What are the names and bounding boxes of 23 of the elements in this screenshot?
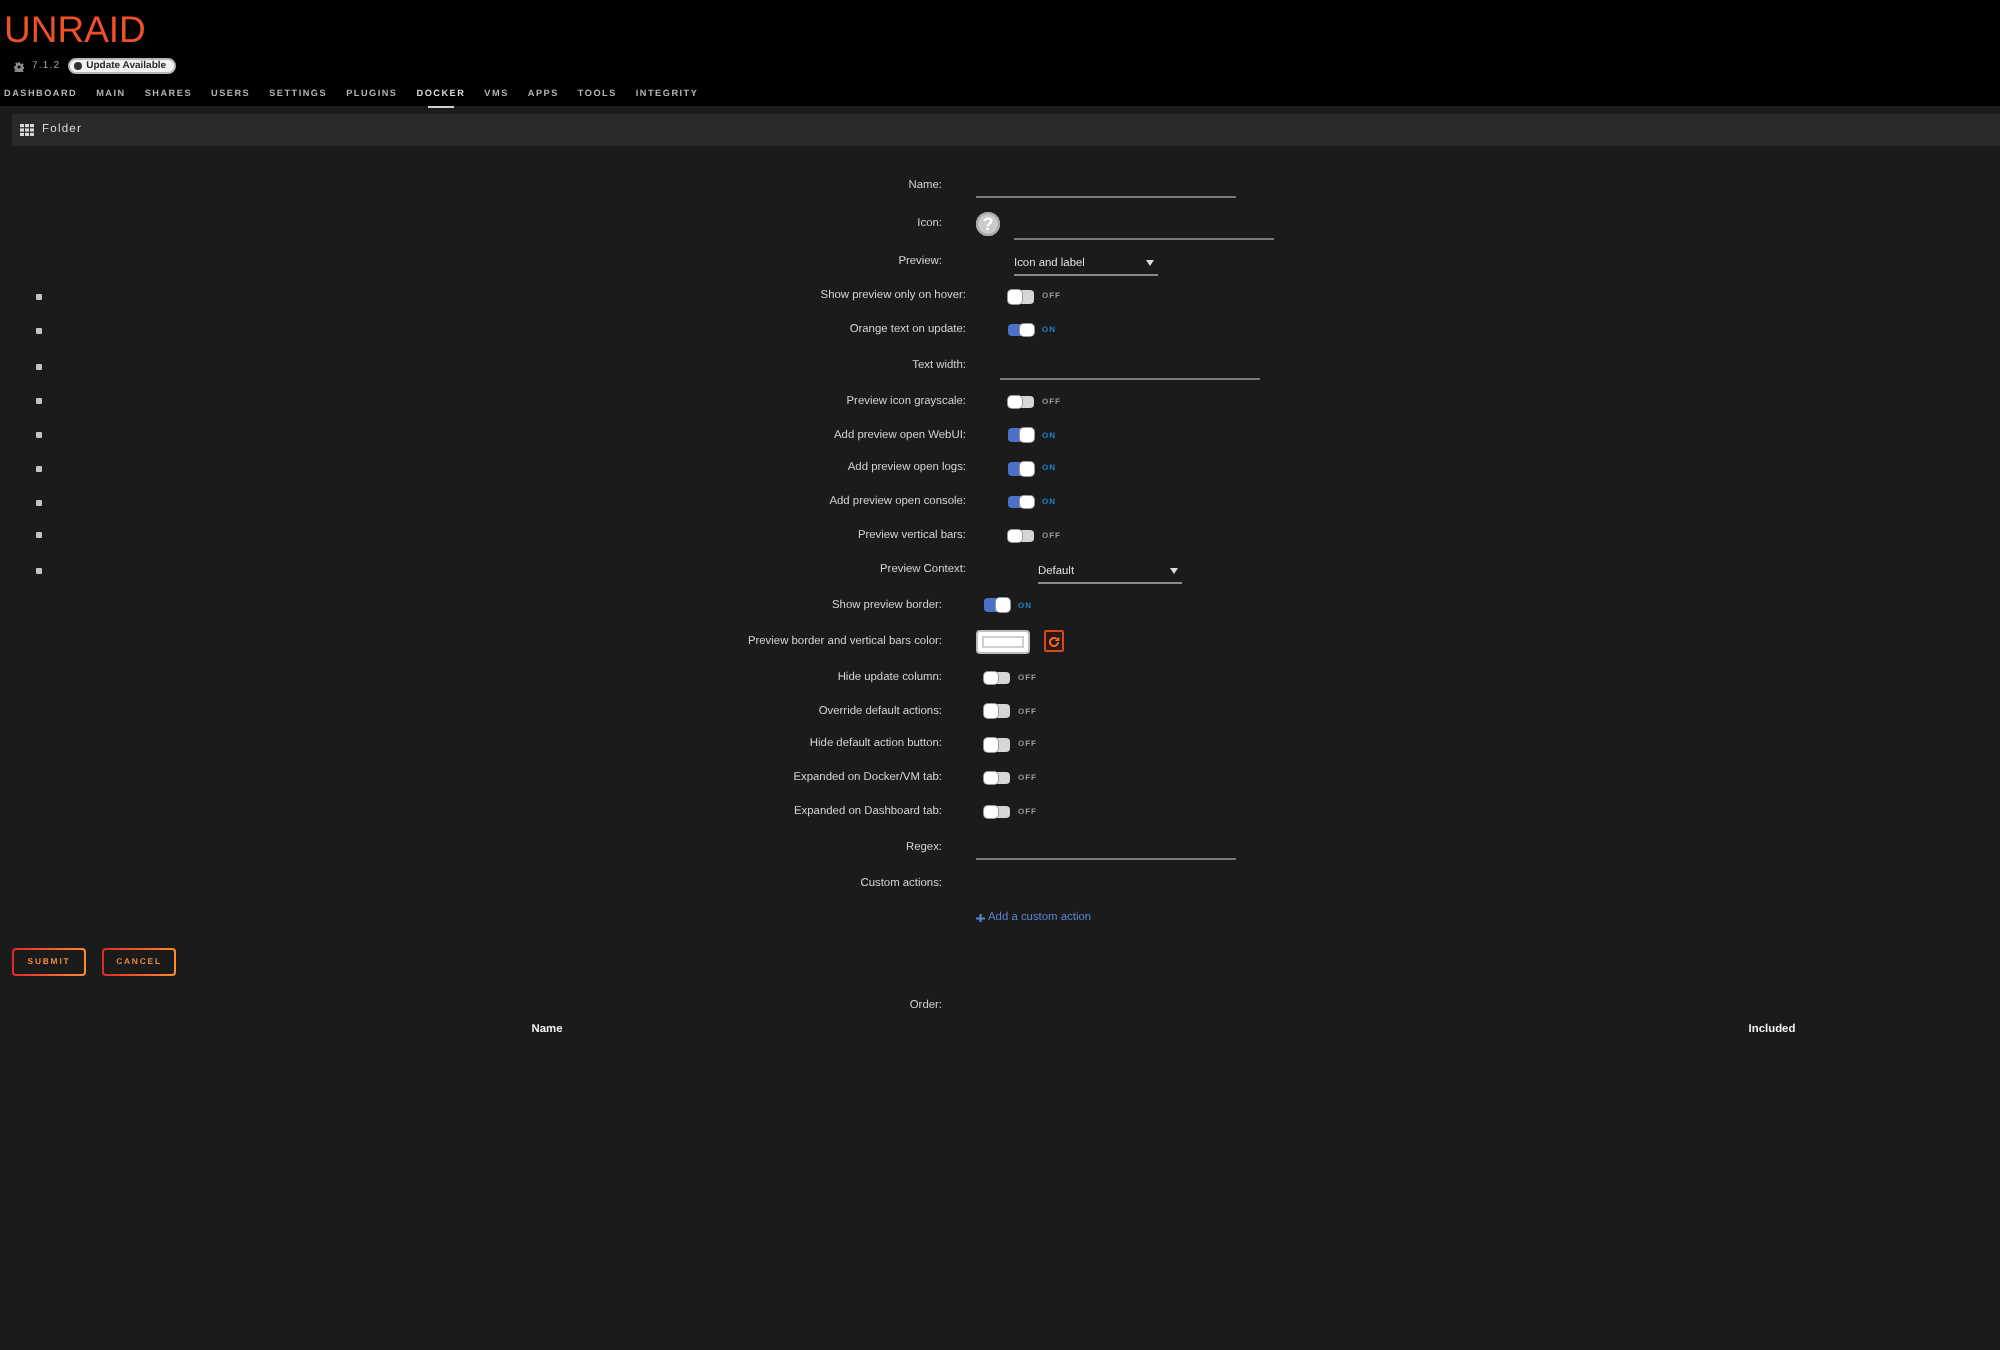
toggle-switch[interactable] [984, 704, 1010, 718]
toggle-switch[interactable] [984, 738, 1010, 752]
toggle-switch[interactable] [984, 671, 1010, 685]
plus-icon [976, 913, 985, 922]
dot-icon [74, 62, 83, 70]
toggle-switch[interactable] [1008, 323, 1034, 337]
toggle-switch[interactable] [1008, 462, 1034, 476]
color-field[interactable] [976, 629, 1030, 654]
logo-text: UNRAID [4, 10, 146, 50]
caret-icon [1170, 568, 1178, 575]
gear-icon [14, 61, 24, 71]
toggle-switch[interactable] [984, 805, 1010, 819]
grid-icon [20, 124, 34, 136]
toggle-switch[interactable] [1008, 529, 1034, 543]
caret-icon [1146, 260, 1154, 266]
toggle-switch[interactable] [1008, 290, 1034, 304]
toggle-switch[interactable] [1008, 495, 1034, 509]
toggle-switch[interactable] [984, 598, 1010, 612]
toggle-switch[interactable] [1008, 395, 1034, 409]
refresh-icon [1048, 635, 1060, 648]
toggle-switch[interactable] [1008, 428, 1034, 442]
reset-button[interactable] [1044, 630, 1064, 653]
toggle-switch[interactable] [984, 771, 1010, 785]
